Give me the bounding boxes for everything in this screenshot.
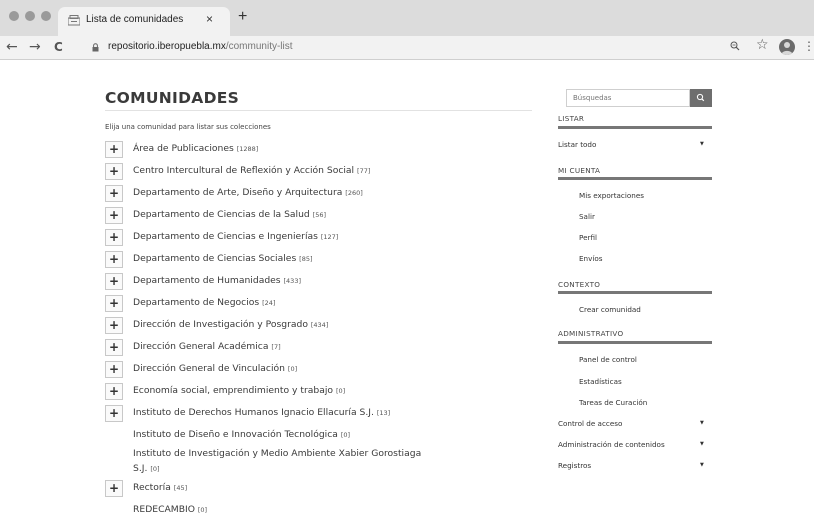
site-favicon-icon [68, 15, 80, 26]
tab-title: Lista de comunidades [86, 14, 184, 25]
forward-button[interactable]: → [29, 39, 41, 55]
community-link[interactable]: Área de Publicaciones [1288] [133, 143, 258, 154]
expand-button[interactable]: + [105, 405, 123, 422]
chevron-down-icon[interactable]: ▼ [700, 141, 704, 147]
community-link[interactable]: Instituto de Investigación y Medio Ambie… [133, 446, 463, 477]
control-acceso-menu[interactable]: Control de acceso [558, 419, 622, 428]
close-window-icon[interactable] [9, 11, 19, 21]
administrativo-heading: ADMINISTRATIVO [558, 329, 624, 338]
back-button[interactable]: ← [6, 39, 18, 55]
expand-button[interactable]: + [105, 339, 123, 356]
lock-icon [92, 43, 99, 52]
expand-button[interactable]: + [105, 480, 123, 497]
sidebar-link[interactable]: Perfil [579, 233, 597, 242]
expand-button[interactable]: + [105, 317, 123, 334]
sidebar-divider [558, 341, 712, 344]
community-item: + Departamento de Ciencias e Ingenierías… [105, 229, 545, 249]
community-item: Instituto de Investigación y Medio Ambie… [105, 446, 545, 479]
community-item: Instituto de Diseño e Innovación Tecnoló… [105, 427, 545, 447]
community-item: + Dirección General de Vinculación [0] [105, 361, 545, 381]
community-item: + Rectoría [45] [105, 480, 545, 500]
community-item: + Área de Publicaciones [1288] [105, 141, 545, 161]
reload-button[interactable]: C [54, 39, 63, 55]
listar-todo-menu[interactable]: Listar todo [558, 140, 596, 149]
sidebar-divider [558, 177, 712, 180]
community-link[interactable]: Dirección de Investigación y Posgrado [4… [133, 319, 328, 330]
community-link[interactable]: REDECAMBIO [0] [133, 504, 207, 514]
community-item: + Dirección General Académica [7] [105, 339, 545, 359]
expand-button[interactable]: + [105, 207, 123, 224]
browser-toolbar: ← → C repositorio.iberopuebla.mx/communi… [0, 36, 814, 60]
minimize-window-icon[interactable] [25, 11, 35, 21]
expand-button[interactable]: + [105, 273, 123, 290]
browser-menu-icon[interactable]: ⋮ [803, 39, 814, 53]
new-tab-button[interactable]: + [238, 8, 247, 26]
title-divider [105, 110, 532, 111]
tab-close-icon[interactable]: × [206, 12, 213, 26]
expand-button[interactable]: + [105, 251, 123, 268]
zoom-icon[interactable] [730, 41, 740, 51]
community-item: + Instituto de Derechos Humanos Ignacio … [105, 405, 545, 425]
community-item: REDECAMBIO [0] [105, 502, 545, 514]
profile-avatar-icon[interactable] [779, 39, 795, 55]
sidebar-divider [558, 291, 712, 294]
community-link[interactable]: Departamento de Arte, Diseño y Arquitect… [133, 187, 363, 198]
expand-button[interactable]: + [105, 295, 123, 312]
community-link[interactable]: Rectoría [45] [133, 482, 187, 493]
community-link[interactable]: Instituto de Derechos Humanos Ignacio El… [133, 407, 390, 418]
community-item: + Centro Intercultural de Reflexión y Ac… [105, 163, 545, 183]
page-subtitle: Elija una comunidad para listar sus cole… [105, 123, 271, 131]
community-item: + Departamento de Negocios [24] [105, 295, 545, 315]
chevron-down-icon[interactable]: ▼ [700, 420, 704, 426]
administracion-contenidos-menu[interactable]: Administración de contenidos [558, 440, 665, 449]
sidebar-link[interactable]: Estadísticas [579, 377, 622, 386]
mi-cuenta-heading: MI CUENTA [558, 166, 601, 175]
sidebar-link[interactable]: Tareas de Curación [579, 398, 647, 407]
browser-tab-bar: Lista de comunidades × + [0, 0, 814, 36]
chevron-down-icon[interactable]: ▼ [700, 441, 704, 447]
community-item: + Departamento de Ciencias Sociales [85] [105, 251, 545, 271]
browser-tab[interactable]: Lista de comunidades × [58, 7, 230, 36]
url-text: repositorio.iberopuebla.mx/community-lis… [108, 41, 293, 52]
community-item: + Departamento de Ciencias de la Salud [… [105, 207, 545, 227]
expand-button[interactable]: + [105, 185, 123, 202]
sidebar-link[interactable]: Crear comunidad [579, 305, 641, 314]
sidebar-divider [558, 126, 712, 129]
search-icon [696, 93, 705, 102]
address-bar[interactable]: repositorio.iberopuebla.mx/community-lis… [78, 38, 750, 57]
listar-heading: LISTAR [558, 114, 585, 123]
registros-menu[interactable]: Registros [558, 461, 591, 470]
community-link[interactable]: Departamento de Humanidades [433] [133, 275, 301, 286]
expand-button[interactable]: + [105, 361, 123, 378]
page-title: COMUNIDADES [105, 89, 240, 107]
community-link[interactable]: Economía social, emprendimiento y trabaj… [133, 385, 345, 396]
community-item: + Departamento de Humanidades [433] [105, 273, 545, 293]
community-item: + Dirección de Investigación y Posgrado … [105, 317, 545, 337]
search-button[interactable] [690, 89, 712, 107]
community-item: + Economía social, emprendimiento y trab… [105, 383, 545, 403]
community-link[interactable]: Dirección General Académica [7] [133, 341, 281, 352]
expand-button[interactable]: + [105, 383, 123, 400]
sidebar-link[interactable]: Envíos [579, 254, 603, 263]
chevron-down-icon[interactable]: ▼ [700, 462, 704, 468]
community-item: + Departamento de Arte, Diseño y Arquite… [105, 185, 545, 205]
community-link[interactable]: Departamento de Negocios [24] [133, 297, 275, 308]
maximize-window-icon[interactable] [41, 11, 51, 21]
expand-button[interactable]: + [105, 141, 123, 158]
community-link[interactable]: Instituto de Diseño e Innovación Tecnoló… [133, 429, 350, 440]
community-link[interactable]: Centro Intercultural de Reflexión y Acci… [133, 165, 370, 176]
community-link[interactable]: Departamento de Ciencias de la Salud [56… [133, 209, 326, 220]
sidebar-link[interactable]: Mis exportaciones [579, 191, 644, 200]
community-link[interactable]: Departamento de Ciencias e Ingenierías [… [133, 231, 338, 242]
community-link[interactable]: Departamento de Ciencias Sociales [85] [133, 253, 313, 264]
expand-button[interactable]: + [105, 229, 123, 246]
search-input[interactable] [566, 89, 690, 107]
bookmark-star-icon[interactable]: ☆ [756, 37, 769, 53]
contexto-heading: CONTEXTO [558, 280, 601, 289]
sidebar-link[interactable]: Panel de control [579, 355, 637, 364]
sidebar-link[interactable]: Salir [579, 212, 595, 221]
community-link[interactable]: Dirección General de Vinculación [0] [133, 363, 297, 374]
expand-button[interactable]: + [105, 163, 123, 180]
